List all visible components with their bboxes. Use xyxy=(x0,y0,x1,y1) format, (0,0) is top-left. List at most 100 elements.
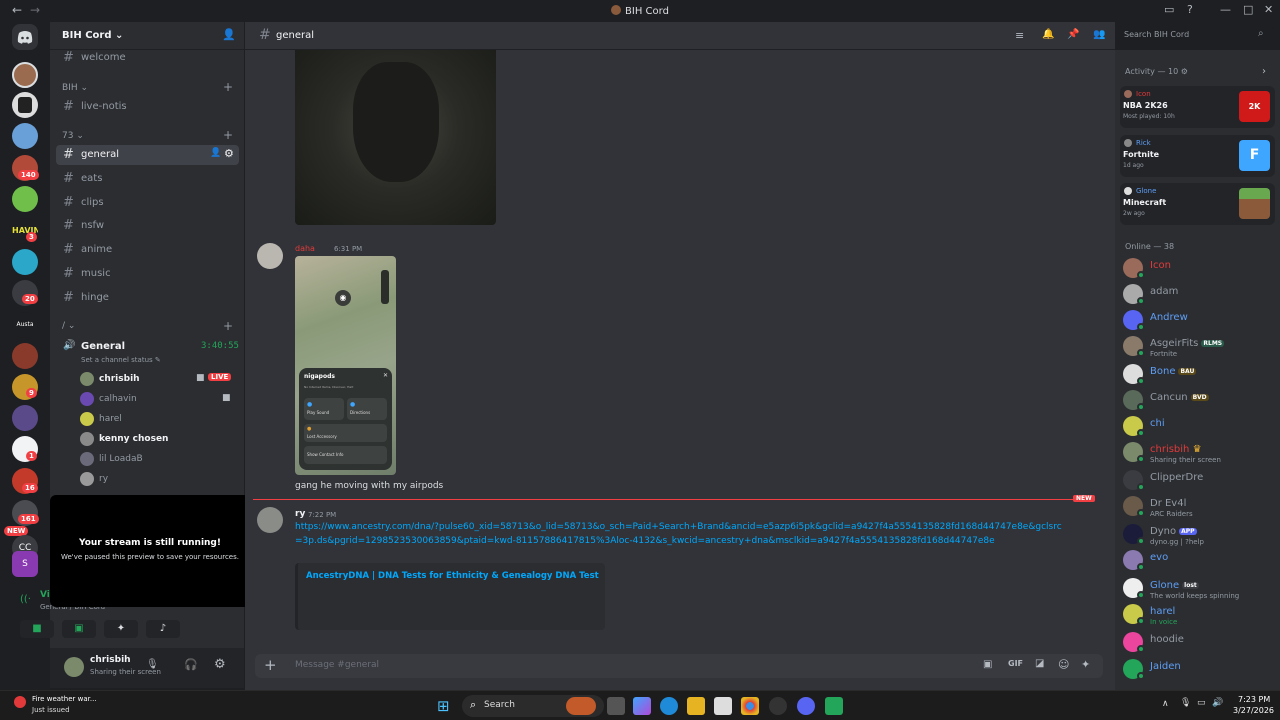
member-item[interactable]: adam xyxy=(1123,283,1278,307)
soundboard-button[interactable]: ♪ xyxy=(146,620,180,638)
add-attachment-icon[interactable]: + xyxy=(264,656,277,674)
channel-live-notis[interactable]: # live-notis xyxy=(56,97,239,117)
member-item[interactable]: Glone lost The world keeps spinning xyxy=(1123,577,1278,601)
server-name[interactable]: BIH Cord ⌄ xyxy=(62,30,123,41)
settings-icon[interactable]: ⚙ xyxy=(224,147,234,160)
chrome-icon[interactable] xyxy=(741,697,759,715)
channel-clips[interactable]: # clips xyxy=(56,193,239,213)
channel-general[interactable]: # general 👤 ⚙ xyxy=(56,145,239,165)
channel-status[interactable]: Set a channel status ✎ xyxy=(81,356,161,364)
server-icon-10[interactable] xyxy=(12,343,38,369)
voice-user[interactable]: kenny chosen xyxy=(80,431,240,449)
copilot-icon[interactable] xyxy=(633,697,651,715)
image-attachment[interactable]: ◉ nigapods ✕ No Internet Items, Discover… xyxy=(295,256,396,475)
discord-taskbar-icon[interactable] xyxy=(797,697,815,715)
server-icon-5[interactable] xyxy=(12,186,38,212)
add-channel-icon[interactable]: + xyxy=(223,80,233,94)
member-item[interactable]: chrisbih ♛ Sharing their screen xyxy=(1123,441,1278,465)
threads-icon[interactable]: ≡ xyxy=(1015,29,1024,42)
channel-eats[interactable]: # eats xyxy=(56,169,239,189)
category-bih[interactable]: BIH ⌄ xyxy=(62,83,88,93)
emoji-icon[interactable]: ☺ xyxy=(1058,658,1069,671)
server-icon-3[interactable] xyxy=(12,123,38,149)
voice-user[interactable]: chrisbih ■ LIVE xyxy=(80,371,240,389)
invite-icon[interactable]: 👤 xyxy=(210,148,221,158)
member-item[interactable]: Bone BAU xyxy=(1123,363,1278,387)
add-channel-icon[interactable]: + xyxy=(223,128,233,142)
member-item[interactable]: Dyno APP dyno.gg | ?help xyxy=(1123,523,1278,547)
apps-icon[interactable]: ✦ xyxy=(1081,658,1090,671)
message-author[interactable]: ry xyxy=(295,509,305,519)
category-73[interactable]: 73 ⌄ xyxy=(62,131,84,141)
server-icon-12[interactable] xyxy=(12,405,38,431)
volume-icon[interactable]: 🔊 xyxy=(1212,698,1223,708)
avatar[interactable] xyxy=(257,507,283,533)
voice-user[interactable]: lil LoadaB xyxy=(80,451,240,469)
activity-card[interactable]: Glone Minecraft 2w ago xyxy=(1120,183,1275,225)
add-member-icon[interactable]: 👤 xyxy=(222,28,236,41)
close-icon[interactable]: ✕ xyxy=(1264,3,1273,16)
sticker-icon[interactable]: ◪ xyxy=(1035,658,1044,669)
mic-tray-icon[interactable]: 🎙 xyxy=(1180,698,1191,708)
member-item[interactable]: Cancun BVD xyxy=(1123,389,1278,413)
member-item[interactable]: Icon xyxy=(1123,257,1278,281)
voice-user[interactable]: harel xyxy=(80,411,240,429)
channel-hinge[interactable]: # hinge xyxy=(56,288,239,308)
server-icon-1[interactable] xyxy=(12,62,38,88)
avatar[interactable] xyxy=(257,243,283,269)
search-input[interactable]: Search BIH Cord ⌕ xyxy=(1118,26,1274,44)
category-slash[interactable]: / ⌄ xyxy=(62,321,75,331)
add-channel-icon[interactable]: + xyxy=(223,319,233,333)
minimize-icon[interactable]: — xyxy=(1220,3,1231,16)
message-link[interactable]: https://www.ancestry.com/dna/?pulse60_xi… xyxy=(295,521,1065,548)
gif-icon[interactable]: GIF xyxy=(1008,659,1023,668)
app-icon[interactable] xyxy=(769,697,787,715)
server-icon-2[interactable] xyxy=(12,92,38,118)
channel-anime[interactable]: # anime xyxy=(56,240,239,260)
embed-title[interactable]: AncestryDNA | DNA Tests for Ethnicity & … xyxy=(306,571,599,581)
user-settings-icon[interactable]: ⚙ xyxy=(214,657,226,672)
channel-music[interactable]: # music xyxy=(56,264,239,284)
member-item[interactable]: AsgeirFits RLMS Fortnite xyxy=(1123,335,1278,359)
server-header[interactable]: BIH Cord ⌄ 👤 xyxy=(50,22,244,50)
member-item[interactable]: Andrew xyxy=(1123,309,1278,333)
inbox-icon[interactable]: ▭ xyxy=(1164,3,1174,16)
member-item[interactable]: ClipperDre xyxy=(1123,469,1278,493)
avatar[interactable] xyxy=(64,657,84,677)
server-icon-7[interactable] xyxy=(12,249,38,275)
member-list-icon[interactable]: 👥 xyxy=(1093,29,1105,40)
start-icon[interactable]: ⊞ xyxy=(437,697,455,715)
tray-chevron-icon[interactable]: ∧ xyxy=(1162,699,1169,709)
headphones-icon[interactable]: 🎧 xyxy=(184,658,198,671)
message-composer[interactable]: + Message #general ▣ GIF ◪ ☺ ✦ xyxy=(255,654,1103,678)
help-icon[interactable]: ? xyxy=(1187,3,1193,16)
camera-button[interactable]: ■ xyxy=(20,620,54,638)
discord-home-icon[interactable] xyxy=(12,24,38,50)
store-icon[interactable] xyxy=(714,697,732,715)
gift-icon[interactable]: ▣ xyxy=(983,659,992,670)
task-view-icon[interactable] xyxy=(607,697,625,715)
edge-icon[interactable] xyxy=(660,697,678,715)
activities-button[interactable]: ✦ xyxy=(104,620,138,638)
member-item[interactable]: Jaiden xyxy=(1123,658,1278,682)
maximize-icon[interactable]: □ xyxy=(1243,3,1253,16)
display-icon[interactable]: ▭ xyxy=(1197,698,1206,708)
member-item[interactable]: chi xyxy=(1123,415,1278,439)
screen-share-button[interactable]: ▣ xyxy=(62,620,96,638)
chevron-right-icon[interactable]: › xyxy=(1262,66,1266,77)
member-item[interactable]: hoodie xyxy=(1123,631,1278,655)
image-attachment[interactable] xyxy=(295,50,496,225)
taskbar-search[interactable]: ⌕ Search xyxy=(462,695,604,717)
server-icon-9[interactable]: Austa xyxy=(12,312,38,338)
voice-channel-general[interactable]: 🔊 General 3:40:55 xyxy=(56,337,239,357)
voice-user[interactable]: calhavin ■ xyxy=(80,391,240,409)
file-explorer-icon[interactable] xyxy=(687,697,705,715)
activity-card[interactable]: Icon NBA 2K26 Most played: 10h 2K xyxy=(1120,86,1275,128)
message-author[interactable]: daha xyxy=(295,244,315,253)
member-item[interactable]: harel In voice xyxy=(1123,603,1278,627)
channel-nsfw[interactable]: # nsfw xyxy=(56,216,239,236)
member-item[interactable]: Dr Ev4l ARC Raiders xyxy=(1123,495,1278,519)
server-icon-s[interactable]: S xyxy=(12,551,38,577)
pin-icon[interactable]: 📌 xyxy=(1067,29,1079,40)
voice-user[interactable]: ry xyxy=(80,471,240,489)
